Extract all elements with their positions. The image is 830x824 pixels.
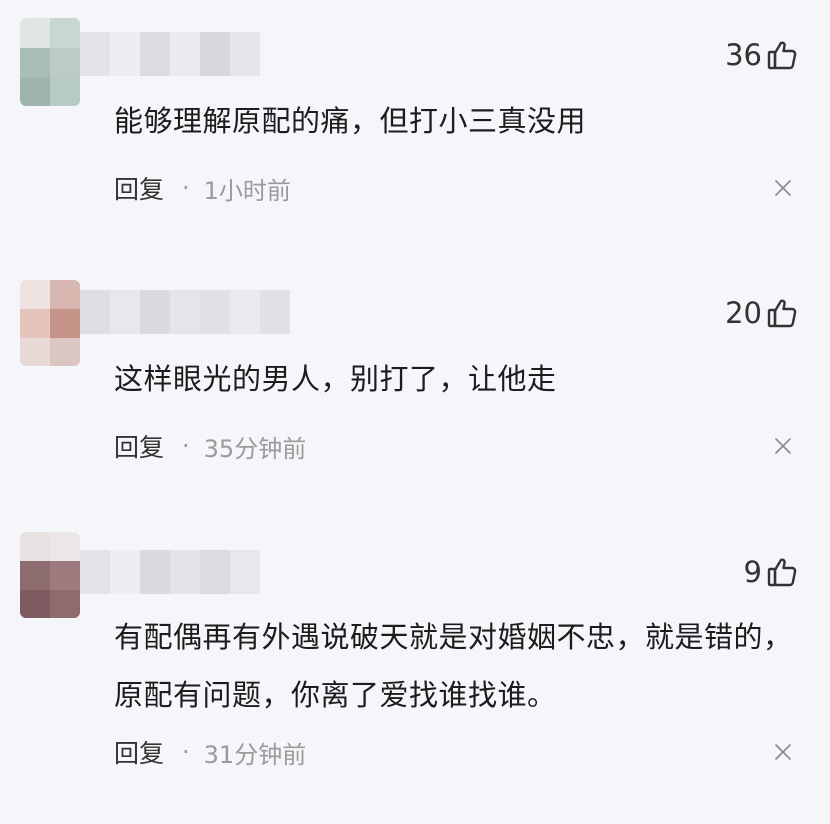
close-icon[interactable] [774,179,792,197]
thumbs-up-icon [766,556,798,588]
close-icon[interactable] [774,437,792,455]
timestamp: 31分钟前 [203,740,307,769]
username-blurred[interactable] [80,290,290,334]
comment-meta: 回复 · 35分钟前 [114,428,306,464]
thumbs-up-icon [766,297,798,329]
separator-dot: · [182,738,190,766]
comment-text: 这样眼光的男人，别打了，让他走 [114,362,557,396]
thumbs-up-icon [766,39,798,71]
like-button[interactable]: 20 [725,293,798,333]
avatar[interactable] [20,280,80,366]
avatar[interactable] [20,18,80,106]
reply-button[interactable]: 回复 [114,428,164,464]
comment-text: 有配偶再有外遇说破天就是对婚姻不忠，就是错的，原配有问题，你离了爱找谁找谁。 [114,620,793,712]
comment-meta: 回复 · 1小时前 [114,170,291,206]
comment-text: 能够理解原配的痛，但打小三真没用 [114,104,587,138]
separator-dot: · [182,432,190,460]
timestamp: 35分钟前 [203,434,307,463]
avatar[interactable] [20,532,80,618]
username-blurred[interactable] [80,550,260,594]
like-button[interactable]: 36 [725,35,798,75]
like-button[interactable]: 9 [744,552,798,592]
like-count: 20 [725,296,762,330]
comment-meta: 回复 · 31分钟前 [114,734,306,770]
timestamp: 1小时前 [203,176,291,205]
reply-button[interactable]: 回复 [114,170,164,206]
reply-button[interactable]: 回复 [114,734,164,770]
separator-dot: · [182,174,190,202]
like-count: 36 [725,38,762,72]
username-blurred[interactable] [80,32,260,76]
like-count: 9 [743,555,762,589]
close-icon[interactable] [774,743,792,761]
